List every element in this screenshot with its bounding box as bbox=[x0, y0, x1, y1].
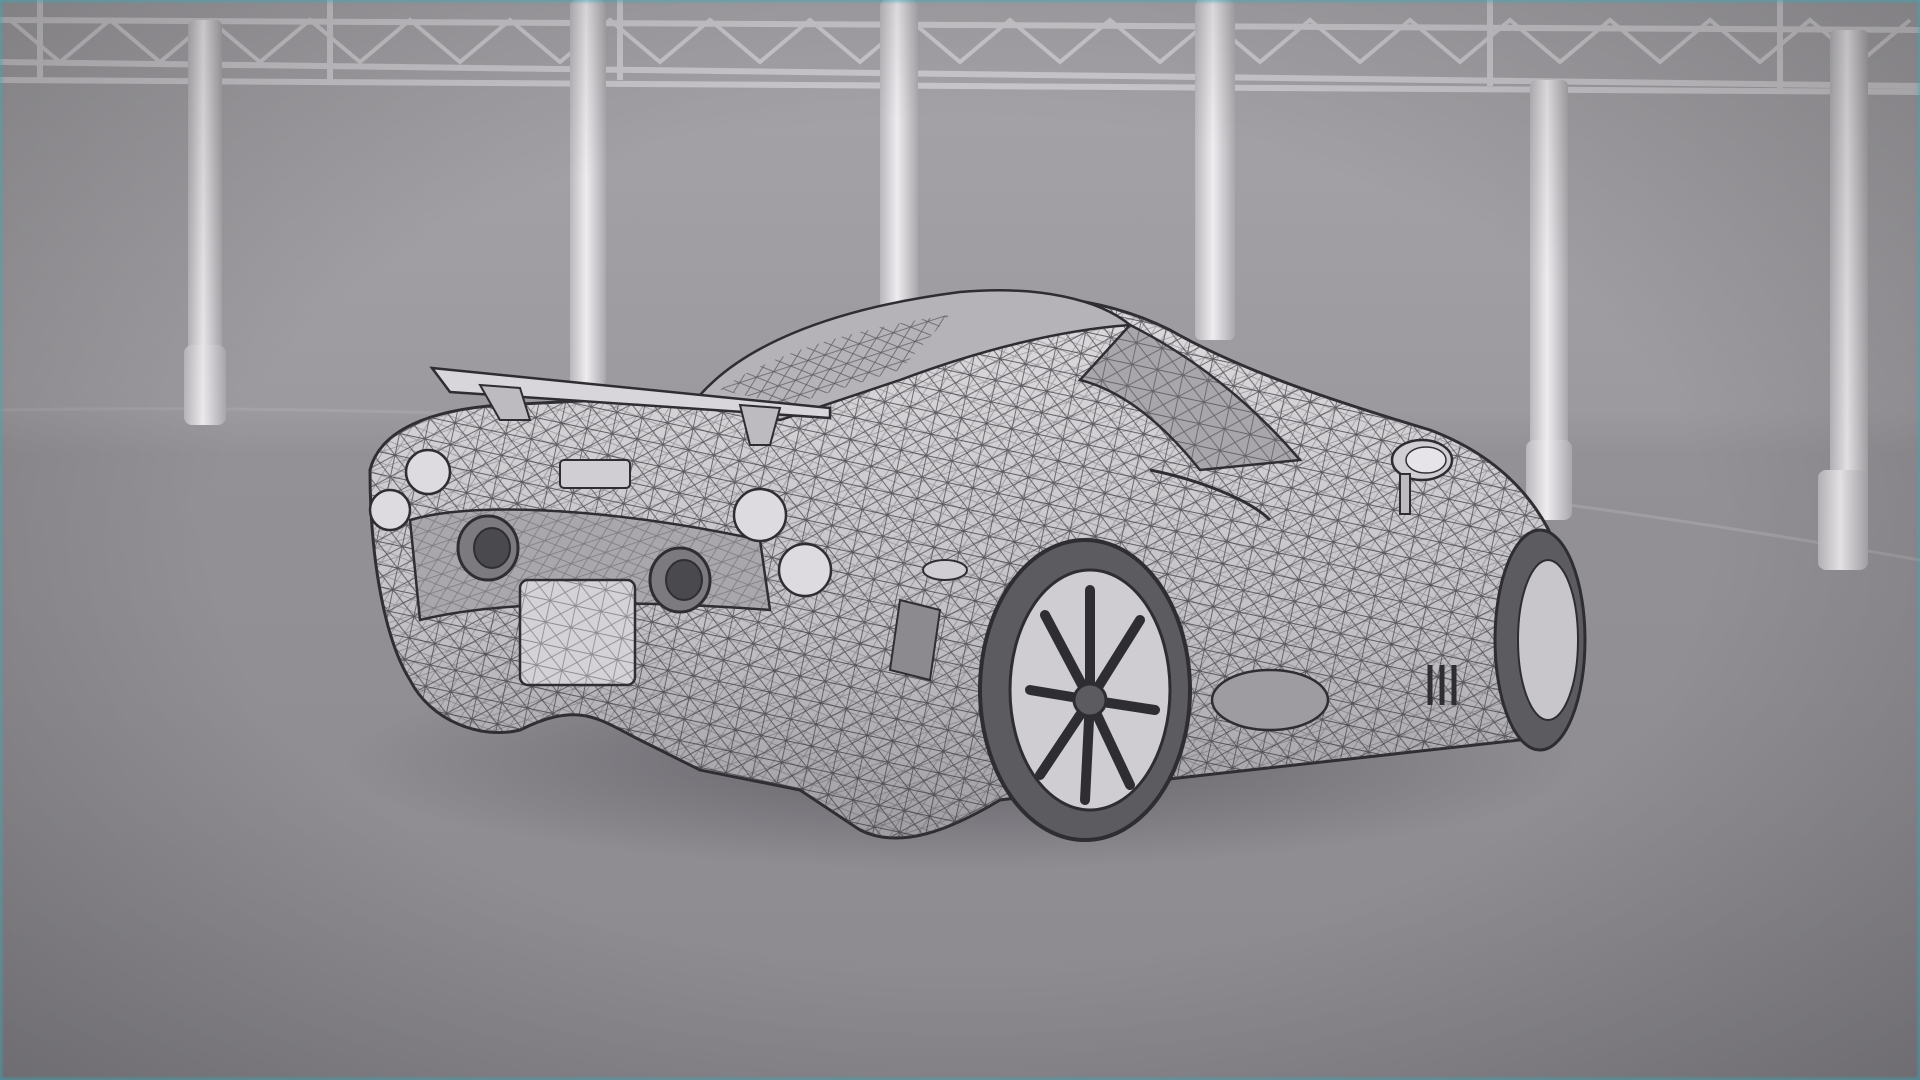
front-wheel bbox=[1493, 528, 1587, 752]
pillar-base bbox=[184, 345, 226, 425]
exhaust-left bbox=[456, 514, 520, 582]
pillar bbox=[880, 0, 918, 310]
rear-badge bbox=[559, 459, 631, 489]
side-intake bbox=[1210, 668, 1330, 732]
rear-vent bbox=[888, 598, 942, 682]
pillar-base bbox=[1818, 470, 1868, 570]
pillar bbox=[1830, 30, 1868, 520]
pillar bbox=[1195, 0, 1235, 340]
render-viewport bbox=[0, 0, 1920, 1080]
fuel-cap bbox=[922, 559, 968, 581]
pillar bbox=[570, 0, 606, 385]
rear-wheel bbox=[978, 538, 1192, 842]
render-canvas bbox=[0, 0, 1920, 1080]
exhaust-right bbox=[648, 546, 712, 614]
wheel-hub bbox=[1072, 682, 1108, 718]
